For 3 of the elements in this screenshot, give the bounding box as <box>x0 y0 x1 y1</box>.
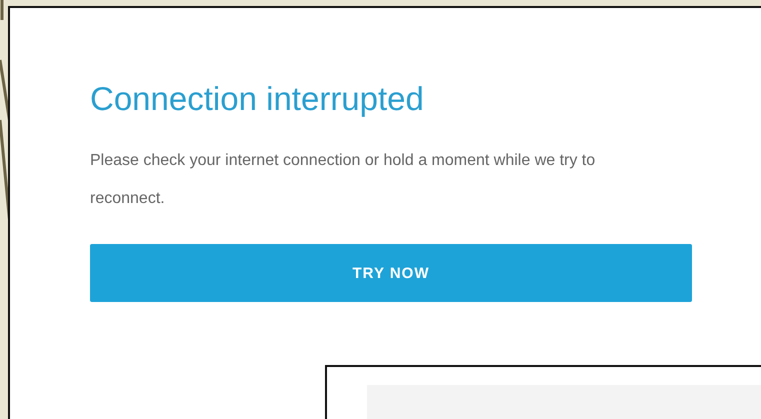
dialog-title: Connection interrupted <box>90 80 425 118</box>
try-now-button[interactable]: TRY NOW <box>90 244 692 302</box>
dialog-message: Please check your internet connection or hold a moment while we try to reconnect. <box>90 151 596 209</box>
